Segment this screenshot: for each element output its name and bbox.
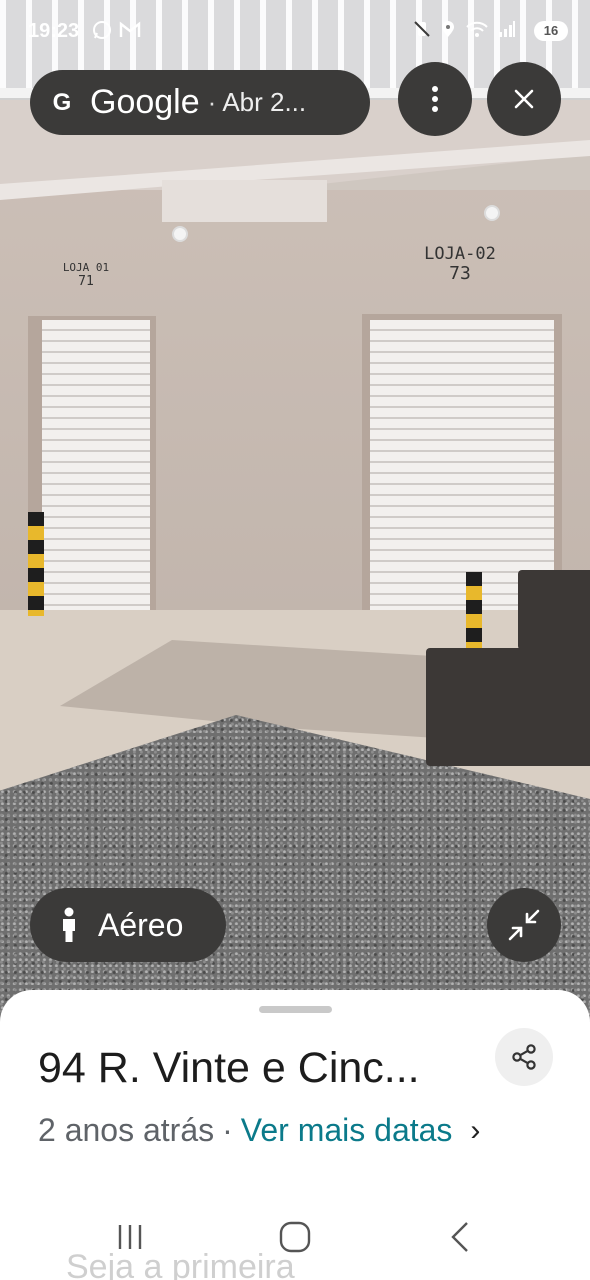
see-more-dates-link[interactable]: Ver mais datas <box>241 1112 453 1149</box>
share-icon <box>512 1044 536 1070</box>
notification-icons <box>92 20 141 42</box>
signal-icon <box>499 21 515 37</box>
home-icon <box>279 1221 311 1253</box>
more-options-button[interactable] <box>398 62 472 136</box>
system-navigation-bar <box>36 1208 554 1266</box>
mute-vibrate-icon <box>414 21 430 37</box>
location-icon <box>441 21 454 37</box>
shop1-label: LOJA 01 71 <box>62 261 110 289</box>
more-vert-icon <box>432 86 438 112</box>
bollard <box>466 572 482 658</box>
image-age: 2 anos atrás <box>38 1112 215 1148</box>
close-button[interactable] <box>487 62 561 136</box>
wall-lamp <box>172 226 188 242</box>
person-icon <box>63 907 75 942</box>
status-bar: 19:23 16 <box>0 0 590 62</box>
system-icons <box>413 19 516 40</box>
aerial-label: Aéreo <box>98 906 184 943</box>
dark-object <box>518 570 590 650</box>
aerial-view-button[interactable]: Aéreo <box>30 888 226 962</box>
share-button[interactable] <box>495 1028 553 1086</box>
collapse-button[interactable] <box>487 888 561 962</box>
pill-brand: Google <box>90 83 200 121</box>
shop1-shutter <box>42 320 150 628</box>
status-time: 19:23 <box>28 20 80 42</box>
pill-separator: · <box>207 87 217 117</box>
close-icon <box>514 89 534 109</box>
google-attribution-pill[interactable]: G Google · Abr 2... <box>30 70 370 135</box>
sheet-drag-handle[interactable] <box>259 1006 332 1013</box>
gmail-icon <box>119 21 141 37</box>
chevron-right-icon[interactable]: › <box>470 1114 480 1148</box>
wall-lamp <box>484 205 500 221</box>
dark-bench <box>426 648 590 766</box>
recents-icon <box>118 1225 142 1249</box>
beam-box <box>162 180 327 222</box>
bollard <box>28 512 44 616</box>
recents-button[interactable] <box>100 1208 160 1266</box>
google-g-icon: G <box>52 88 72 116</box>
back-icon <box>451 1222 468 1252</box>
image-date-row: 2 anos atrás · Ver mais datas › <box>38 1112 480 1149</box>
shop2-label: LOJA-02 73 <box>424 244 496 284</box>
collapse-arrows-icon <box>508 909 540 941</box>
back-button[interactable] <box>430 1208 490 1266</box>
whatsapp-icon <box>93 21 111 39</box>
wifi-icon <box>466 21 488 37</box>
capture-date: Abr 2... <box>222 87 307 117</box>
home-button[interactable] <box>265 1208 325 1266</box>
meta-separator: · <box>222 1112 233 1148</box>
battery-indicator: 16 <box>534 21 568 41</box>
place-address: 94 R. Vinte e Cinc... <box>38 1044 420 1092</box>
